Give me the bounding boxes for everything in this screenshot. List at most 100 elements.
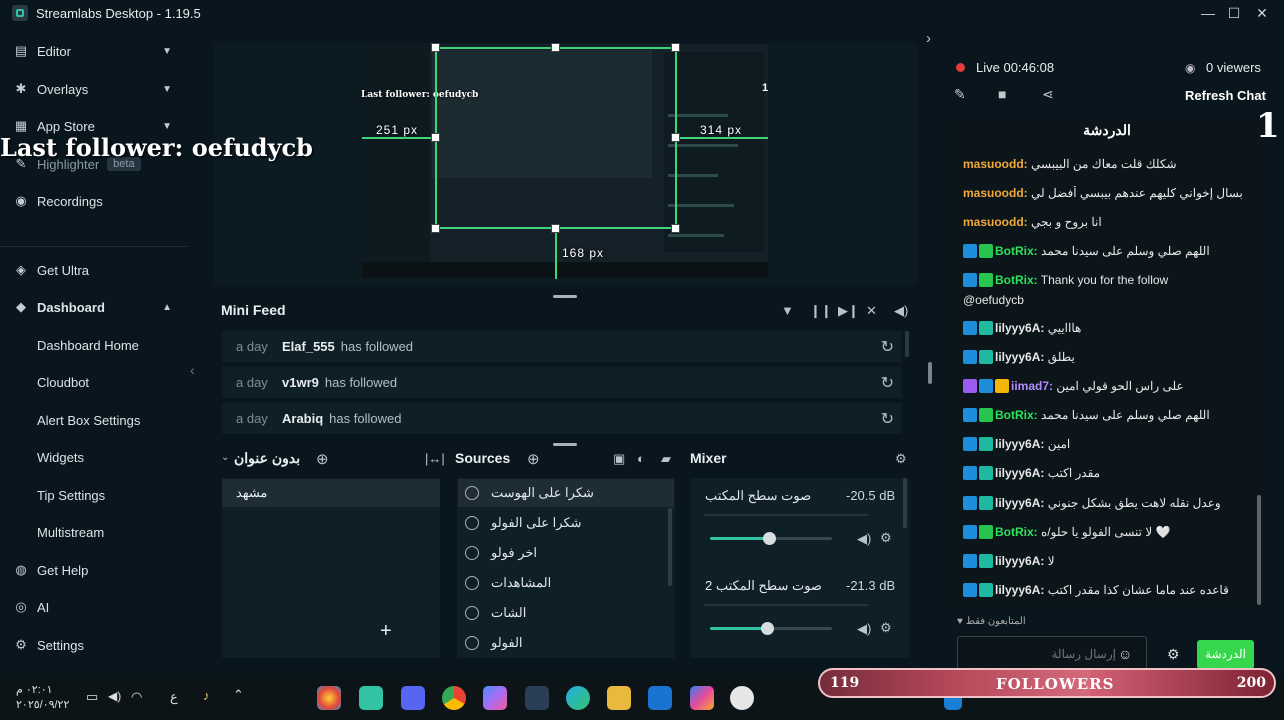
volume-slider[interactable] [710, 532, 832, 545]
channel-settings-icon[interactable]: ⚙ [880, 620, 892, 636]
copilot-icon[interactable] [483, 686, 507, 710]
sources-scrollbar[interactable] [668, 508, 672, 586]
chat-username[interactable]: lilyyy6A: [995, 554, 1044, 568]
chat-username[interactable]: lilyyy6A: [995, 350, 1044, 364]
mixer-scrollbar[interactable] [903, 478, 907, 528]
resize-handle[interactable] [671, 43, 680, 52]
add-scene-icon[interactable]: ⊕ [316, 450, 329, 468]
volume-tray-icon[interactable]: ◀) [108, 689, 121, 703]
collapse-sidebar-icon[interactable]: ‹ [190, 362, 195, 378]
show-hidden-icons-icon[interactable]: ⌃ [233, 687, 244, 703]
minimize-icon[interactable]: — [1198, 3, 1218, 23]
pause-icon[interactable]: ❙❙ [810, 303, 832, 319]
edit-stream-info-icon[interactable]: ✎ [954, 86, 966, 103]
source-item[interactable]: اخر فولو [458, 539, 674, 567]
store-icon[interactable] [525, 686, 549, 710]
resize-handle[interactable] [431, 133, 440, 142]
chat-username[interactable]: BotRix: [995, 408, 1038, 422]
sidebar-item-ai[interactable]: ◎ AI [0, 592, 188, 622]
chat-username[interactable]: lilyyy6A: [995, 321, 1044, 335]
chat-username[interactable]: lilyyy6A: [995, 583, 1044, 597]
replay-icon[interactable]: ↻ [881, 409, 894, 429]
add-source-icon[interactable]: ⊕ [527, 450, 540, 468]
chrome-icon[interactable] [442, 686, 466, 710]
maximize-icon[interactable]: ☐ [1224, 3, 1244, 23]
share-icon[interactable]: ⋖ [1042, 86, 1054, 103]
chat-username[interactable]: masuoodd: [963, 215, 1028, 229]
sidebar-item-multistream[interactable]: Multistream [0, 517, 188, 547]
filter-icon[interactable]: ▼ [781, 303, 794, 318]
sidebar-item-get-help[interactable]: ◍ Get Help [0, 555, 188, 585]
source-folder-icon[interactable]: ▰ [661, 451, 671, 467]
source-item[interactable]: شكرا على الهوست [458, 479, 674, 507]
office-icon[interactable] [690, 686, 714, 710]
chat-username[interactable]: BotRix: [995, 273, 1038, 287]
scene-transition-icon[interactable]: |↔| [425, 451, 445, 466]
resize-handle[interactable] [671, 133, 680, 142]
scene-item[interactable]: مشهد [222, 479, 440, 507]
chat-username[interactable]: masuoodd: [963, 186, 1028, 200]
bottom-resize-handle[interactable] [553, 443, 577, 446]
battery-icon[interactable]: ▭ [86, 689, 98, 705]
source-item[interactable]: شكرا على الفولو [458, 509, 674, 537]
input-language[interactable]: ع [170, 689, 178, 705]
replay-icon[interactable]: ↻ [881, 337, 894, 357]
resize-handle[interactable] [431, 224, 440, 233]
sidebar-item-widgets[interactable]: Widgets [0, 442, 188, 472]
close-icon[interactable]: ✕ [1252, 3, 1272, 23]
replay-icon[interactable]: ↻ [881, 373, 894, 393]
resize-handle[interactable] [671, 224, 680, 233]
discord-icon[interactable] [401, 686, 425, 710]
scene-collection-title[interactable]: بدون عنوان [234, 450, 300, 467]
emoji-icon[interactable]: ☺ [1118, 646, 1132, 662]
source-item[interactable]: المشاهدات [458, 569, 674, 597]
chat-username[interactable]: lilyyy6A: [995, 437, 1044, 451]
feed-scrollbar[interactable] [905, 331, 909, 357]
send-chat-button[interactable]: الدردشة [1197, 640, 1254, 669]
resize-handle[interactable] [431, 43, 440, 52]
sidebar-item-dashboard[interactable]: ◆ Dashboard ▲ [0, 292, 188, 322]
search-widget-icon[interactable] [730, 686, 754, 710]
microphone-icon[interactable]: ♪ [203, 688, 210, 703]
speaker-icon[interactable]: ◀) [857, 531, 871, 547]
chat-scrollbar[interactable] [1257, 495, 1261, 605]
chevron-down-icon[interactable]: ⌄ [221, 452, 229, 463]
skip-icon[interactable]: ▶❙ [838, 303, 859, 319]
chat-username[interactable]: BotRix: [995, 244, 1038, 258]
preview-resize-handle[interactable] [553, 295, 577, 298]
volume-icon[interactable]: ◀) [894, 303, 908, 319]
channel-settings-icon[interactable]: ⚙ [880, 530, 892, 546]
firefox-icon[interactable] [317, 686, 341, 710]
chat-username[interactable]: lilyyy6A: [995, 496, 1044, 510]
resize-handle[interactable] [551, 43, 560, 52]
sidebar-item-get-ultra[interactable]: ◈ Get Ultra [0, 255, 188, 285]
outlook-icon[interactable] [648, 686, 672, 710]
chat-username[interactable]: iimad7: [1011, 379, 1053, 393]
sidebar-item-settings[interactable]: ⚙ Settings [0, 630, 188, 660]
mixer-settings-icon[interactable]: ⚙ [895, 451, 907, 467]
volume-slider-knob[interactable] [762, 532, 776, 545]
sidebar-item-alert-box-settings[interactable]: Alert Box Settings [0, 405, 188, 435]
refresh-chat-button[interactable]: Refresh Chat [1185, 88, 1266, 103]
source-record-icon[interactable]: ◐ [637, 451, 645, 466]
camera-icon[interactable]: ■ [998, 86, 1006, 102]
edge-icon[interactable] [566, 686, 590, 710]
chat-username[interactable]: masuoodd: [963, 157, 1028, 171]
mute-alerts-icon[interactable]: ✕ [866, 303, 877, 319]
panel-divider-handle[interactable] [928, 362, 932, 384]
file-explorer-icon[interactable] [607, 686, 631, 710]
wifi-icon[interactable]: ◠ [131, 689, 142, 705]
collapse-chat-icon[interactable]: › [926, 30, 931, 47]
chat-settings-icon[interactable]: ⚙ [1167, 646, 1180, 663]
chat-username[interactable]: BotRix: [995, 525, 1038, 539]
source-item[interactable]: الفولو [458, 629, 674, 657]
sidebar-item-dashboard-home[interactable]: Dashboard Home [0, 330, 188, 360]
resize-handle[interactable] [551, 224, 560, 233]
sidebar-item-editor[interactable]: ▤ Editor ▼ [0, 36, 188, 66]
source-group-icon[interactable]: ▣ [613, 451, 625, 467]
chat-username[interactable]: lilyyy6A: [995, 466, 1044, 480]
volume-slider[interactable] [710, 622, 832, 635]
sidebar-item-cloudbot[interactable]: Cloudbot [0, 367, 188, 397]
source-item[interactable]: الشات [458, 599, 674, 627]
streamlabs-taskbar-icon[interactable] [359, 686, 383, 710]
